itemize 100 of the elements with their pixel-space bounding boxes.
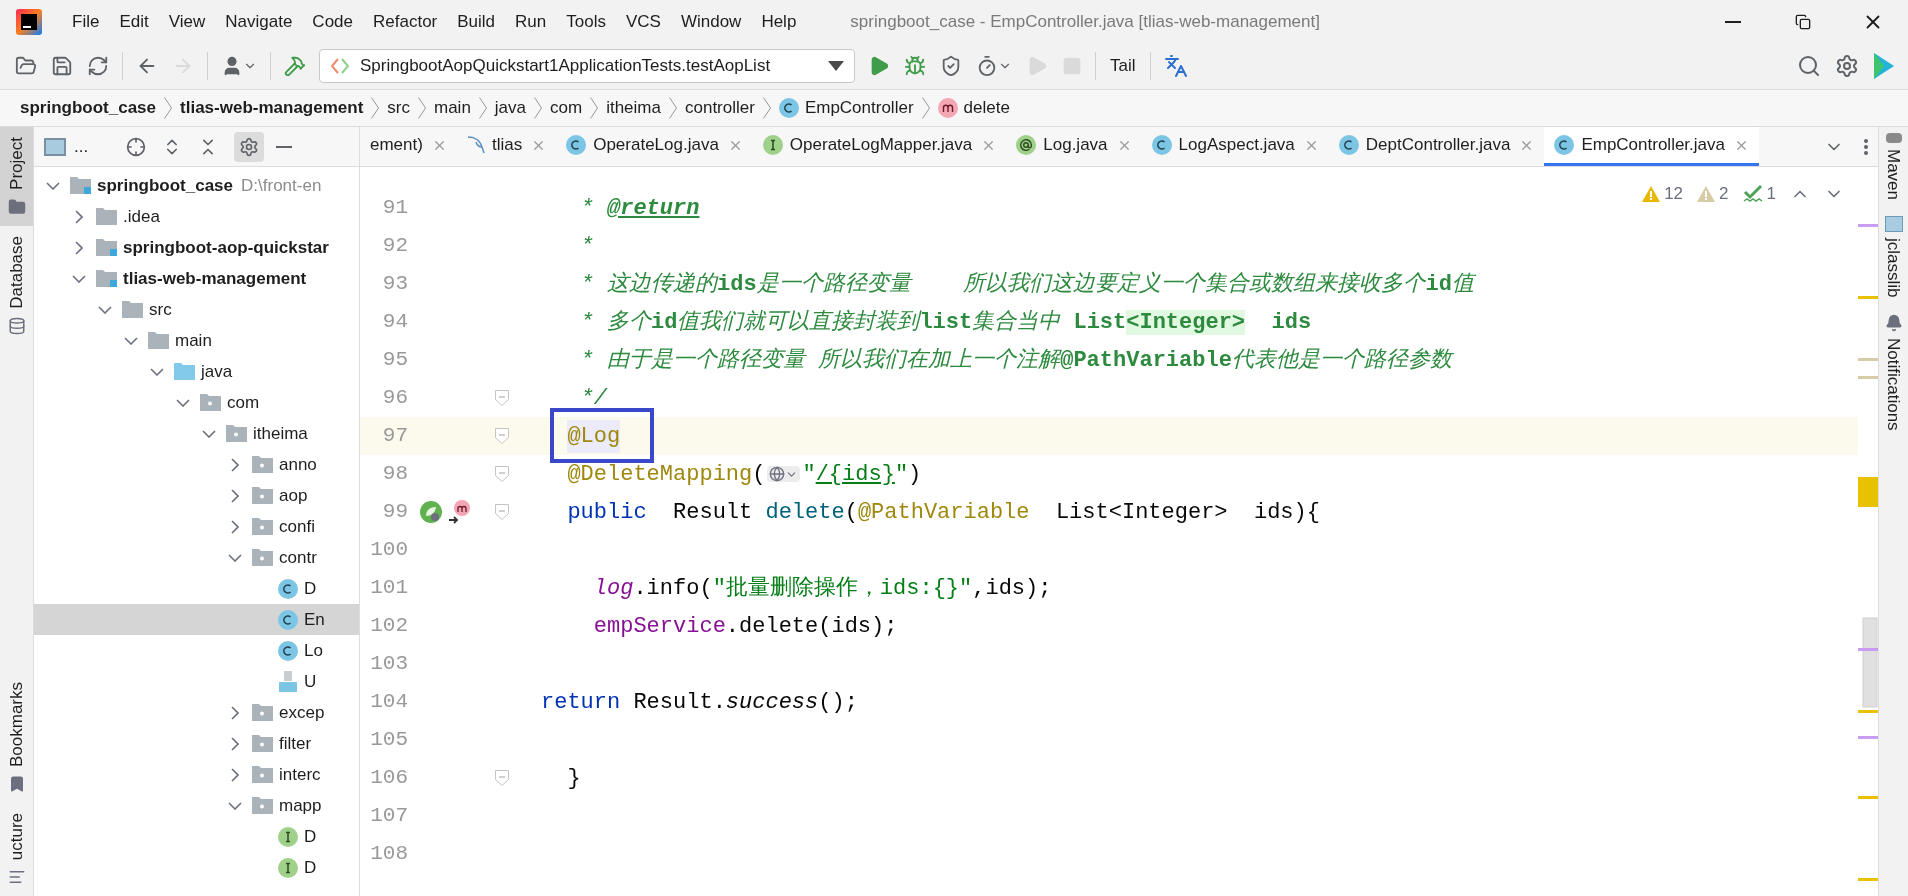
folder-icon xyxy=(96,270,117,287)
editor-tab[interactable]: LogAspect.java xyxy=(1141,127,1329,166)
tree-item-label: aop xyxy=(279,484,308,507)
tool-window-button[interactable]: Project xyxy=(0,127,33,226)
breadcrumb-item[interactable]: delete xyxy=(937,95,1010,121)
menu-item[interactable]: Refactor xyxy=(363,8,448,35)
editor-tab[interactable]: ement) xyxy=(360,127,457,166)
breadcrumb-item[interactable]: java xyxy=(494,95,527,121)
breadcrumb-item[interactable]: controller xyxy=(684,95,755,121)
code-text: @Log xyxy=(567,422,621,451)
tree-item[interactable]: excep xyxy=(34,697,359,728)
tree-item[interactable]: mapp xyxy=(34,790,359,821)
tool-window-button[interactable]: Bookmarks xyxy=(0,671,33,803)
menu-item[interactable]: Help xyxy=(751,8,807,35)
chevron-down-icon[interactable] xyxy=(98,305,112,314)
menu-item[interactable]: Run xyxy=(505,8,557,35)
tool-window-button[interactable]: ucture xyxy=(0,802,33,896)
chevron-down-icon[interactable] xyxy=(46,181,60,190)
tree-item[interactable]: tlias-web-management xyxy=(34,263,359,294)
menu-item[interactable]: Window xyxy=(670,8,752,35)
menu-item[interactable]: Build xyxy=(447,8,506,35)
tree-item[interactable]: D xyxy=(34,821,359,852)
inspection-counter[interactable]: 1 xyxy=(1742,181,1776,207)
menu-item[interactable]: Navigate xyxy=(215,8,303,35)
class-icon xyxy=(278,609,298,630)
tool-window-button[interactable]: Maven xyxy=(1880,133,1907,201)
tail-button[interactable]: Tail xyxy=(1102,53,1144,79)
code-text: } xyxy=(567,764,581,793)
breadcrumb-item[interactable]: itheima xyxy=(606,95,661,121)
chevron-down-icon[interactable] xyxy=(176,398,190,407)
view-selector[interactable]: ... xyxy=(74,133,89,160)
chevron-down-icon[interactable] xyxy=(202,429,216,438)
breadcrumb-item[interactable]: main xyxy=(434,95,471,121)
chevron-down-icon[interactable] xyxy=(228,553,242,562)
menu-item[interactable]: View xyxy=(158,8,216,35)
chevron-right-icon[interactable] xyxy=(231,705,239,720)
tree-item[interactable]: Lo xyxy=(34,635,359,666)
tree-item[interactable]: anno xyxy=(34,449,359,480)
stop-icon xyxy=(1062,56,1082,76)
editor-tab[interactable]: OperateLog.java xyxy=(556,127,753,166)
window-icon[interactable] xyxy=(44,137,66,156)
breadcrumb-item[interactable]: src xyxy=(387,95,410,121)
chevron-right-icon[interactable] xyxy=(231,767,239,782)
line-number: 95 xyxy=(381,347,408,374)
run-configuration-dropdown[interactable]: SpringbootAopQuickstart1ApplicationTests.testAopList xyxy=(319,49,855,83)
editor-tab[interactable]: EmpController.java xyxy=(1544,127,1759,166)
editor-tab[interactable]: DeptController.java xyxy=(1328,127,1545,166)
tree-item[interactable]: main xyxy=(34,325,359,356)
breadcrumb-item[interactable]: tlias-web-management xyxy=(180,95,364,121)
editor-tab[interactable]: OperateLogMapper.java xyxy=(752,127,1007,166)
tree-item[interactable]: springboot_case D:\front-en xyxy=(34,170,359,201)
inspection-counter[interactable]: 12 xyxy=(1642,181,1684,207)
tree-item[interactable]: D xyxy=(34,852,359,883)
path-hint: D:\front-en xyxy=(241,174,322,197)
tree-item[interactable]: aop xyxy=(34,480,359,511)
bean-icon[interactable] xyxy=(420,501,442,523)
chevron-down-icon[interactable] xyxy=(72,274,86,283)
tree-item[interactable]: contr xyxy=(34,542,359,573)
chevron-right-icon[interactable] xyxy=(231,488,239,503)
tree-item[interactable]: java xyxy=(34,356,359,387)
breadcrumb-item[interactable]: com xyxy=(550,95,583,121)
chevron-right-icon[interactable] xyxy=(75,209,83,224)
tree-item[interactable]: itheima xyxy=(34,418,359,449)
chevron-right-icon[interactable] xyxy=(231,736,239,751)
menu-item[interactable]: Tools xyxy=(556,8,616,35)
tool-window-button[interactable]: Notifications xyxy=(1880,313,1907,431)
tree-item[interactable]: .idea xyxy=(34,201,359,232)
chevron-right-icon[interactable] xyxy=(231,457,239,472)
menu-item[interactable]: Code xyxy=(302,8,363,35)
tree-item[interactable]: filter xyxy=(34,728,359,759)
separator-chevron-icon xyxy=(590,97,599,119)
tree-item[interactable]: En xyxy=(34,604,359,635)
method-override-icon[interactable] xyxy=(448,500,471,524)
menu-item[interactable]: File xyxy=(62,8,110,35)
tool-window-button[interactable]: jclasslib xyxy=(1880,216,1907,298)
chevron-right-icon[interactable] xyxy=(231,519,239,534)
menu-item[interactable]: Edit xyxy=(109,8,159,35)
tree-item[interactable]: com xyxy=(34,387,359,418)
settings-button[interactable] xyxy=(234,131,265,162)
chevron-down-icon[interactable] xyxy=(228,801,242,810)
editor-tab[interactable]: tlias xyxy=(456,127,557,166)
code-text: empService.delete(ids); xyxy=(593,612,898,641)
inspection-counter[interactable]: 2 xyxy=(1697,181,1729,207)
breadcrumb-item[interactable]: EmpController xyxy=(778,95,914,121)
tree-item[interactable]: confi xyxy=(34,511,359,542)
breadcrumb-item[interactable]: springboot_case xyxy=(20,95,157,121)
tree-item[interactable]: interc xyxy=(34,759,359,790)
web-endpoint-icon[interactable] xyxy=(767,466,801,482)
tool-window-button[interactable]: Database xyxy=(0,225,33,345)
separator-chevron-icon xyxy=(164,97,173,119)
editor-tab[interactable]: Log.java xyxy=(1006,127,1142,166)
chevron-right-icon[interactable] xyxy=(75,240,83,255)
tree-item[interactable]: U xyxy=(34,666,359,697)
menu-item[interactable]: VCS xyxy=(615,8,671,35)
tree-item-label: filter xyxy=(279,732,312,755)
chevron-down-icon[interactable] xyxy=(124,336,138,345)
tree-item[interactable]: springboot-aop-quickstar xyxy=(34,232,359,263)
tree-item[interactable]: src xyxy=(34,294,359,325)
chevron-down-icon[interactable] xyxy=(150,367,164,376)
tree-item[interactable]: D xyxy=(34,573,359,604)
